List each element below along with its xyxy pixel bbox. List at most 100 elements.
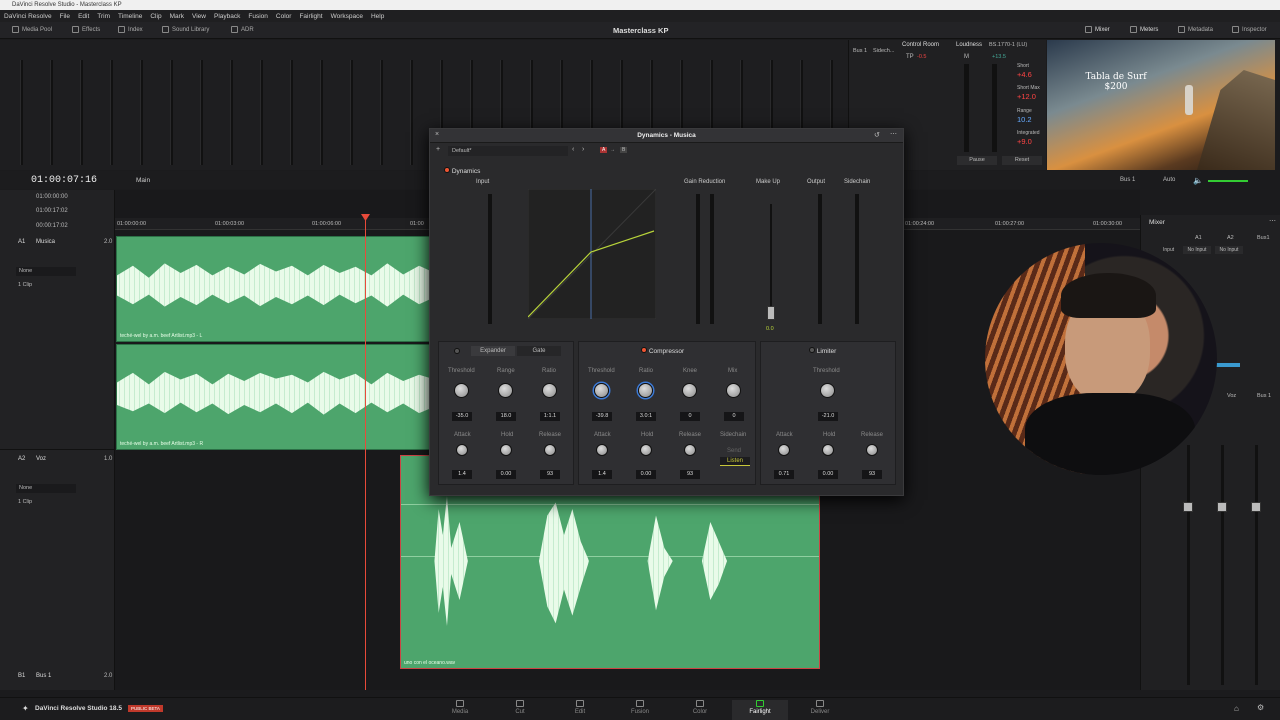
reset-icon[interactable]: ↺ [874, 131, 880, 139]
expander-threshold-value[interactable]: -35.0 [452, 412, 472, 421]
page-color[interactable]: Color [675, 700, 725, 715]
meters-button[interactable]: Meters [1130, 26, 1158, 33]
compressor-mix-value[interactable]: 0 [724, 412, 744, 421]
expander-ratio-value[interactable]: 1:1.1 [540, 412, 560, 421]
menu-file[interactable]: File [60, 13, 70, 20]
expander-range-value[interactable]: 18.0 [496, 412, 516, 421]
compressor-release-value[interactable]: 93 [680, 470, 700, 479]
automation-mode[interactable]: Auto [1163, 177, 1175, 183]
expander-tab[interactable]: Expander [471, 346, 515, 356]
compressor-release-knob[interactable] [684, 444, 696, 456]
fader-handle-a1[interactable] [1183, 502, 1193, 512]
make-up-fader[interactable] [767, 306, 775, 320]
compressor-attack-knob[interactable] [596, 444, 608, 456]
prev-preset-icon[interactable]: ‹ [572, 146, 574, 153]
copy-ab-icon[interactable]: → [610, 147, 615, 153]
compressor-toggle[interactable]: Compressor [641, 347, 684, 355]
track-fx-a1[interactable]: None [16, 267, 76, 276]
metadata-button[interactable]: Metadata [1178, 26, 1213, 33]
limiter-hold-value[interactable]: 0.00 [818, 470, 838, 479]
menu-timeline[interactable]: Timeline [118, 13, 142, 20]
limiter-attack-knob[interactable] [778, 444, 790, 456]
a2-input-select[interactable]: No Input [1215, 246, 1243, 254]
limiter-threshold-value[interactable]: -21.0 [818, 412, 838, 421]
menu-fairlight[interactable]: Fairlight [299, 13, 322, 20]
expander-power-icon[interactable] [454, 348, 460, 354]
compressor-threshold-knob[interactable] [594, 383, 609, 398]
playhead[interactable] [365, 215, 366, 690]
menu-help[interactable]: Help [371, 13, 384, 20]
compressor-knee-value[interactable]: 0 [680, 412, 700, 421]
expander-hold-knob[interactable] [500, 444, 512, 456]
effects-button[interactable]: Effects [72, 26, 100, 33]
compressor-ratio-knob[interactable] [638, 383, 653, 398]
menu-workspace[interactable]: Workspace [331, 13, 363, 20]
compressor-threshold-value[interactable]: -39.8 [592, 412, 612, 421]
menu-view[interactable]: View [192, 13, 206, 20]
compressor-knee-knob[interactable] [682, 383, 697, 398]
fader-handle-bus1[interactable] [1251, 502, 1261, 512]
menu-mark[interactable]: Mark [170, 13, 184, 20]
inspector-button[interactable]: Inspector [1232, 26, 1267, 33]
expander-ratio-knob[interactable] [542, 383, 557, 398]
home-icon[interactable]: ⌂ [1234, 704, 1239, 713]
track-fx-a2[interactable]: None [16, 484, 76, 493]
more-icon[interactable]: ⋯ [1269, 217, 1276, 225]
compressor-ratio-value[interactable]: 3.0:1 [636, 412, 656, 421]
page-deliver[interactable]: Deliver [795, 700, 845, 715]
limiter-release-value[interactable]: 93 [862, 470, 882, 479]
add-preset-icon[interactable]: + [436, 146, 440, 153]
page-fairlight[interactable]: Fairlight [732, 700, 788, 720]
track-header-a1[interactable]: A1 Musica 2.0 None 1 Clip [0, 235, 115, 450]
sidechain-listen-button[interactable]: Listen [720, 457, 750, 466]
sound-library-button[interactable]: Sound Library [162, 26, 209, 33]
audio-clip-music-l[interactable]: teché-wel by a.m. beef Artlist.mp3 - L [116, 236, 436, 342]
limiter-release-knob[interactable] [866, 444, 878, 456]
pause-button[interactable]: Pause [957, 156, 997, 165]
page-media[interactable]: Media [435, 700, 485, 715]
limiter-hold-knob[interactable] [822, 444, 834, 456]
timeline-selector[interactable]: Main [136, 177, 150, 184]
compressor-hold-value[interactable]: 0.00 [636, 470, 656, 479]
expander-attack-knob[interactable] [456, 444, 468, 456]
index-button[interactable]: Index [118, 26, 143, 33]
expander-hold-value[interactable]: 0.00 [496, 470, 516, 479]
dynamics-toggle[interactable]: Dynamics [444, 167, 480, 175]
limiter-threshold-knob[interactable] [820, 383, 835, 398]
track-header-b1[interactable]: B1 Bus 1 2.0 [0, 670, 115, 684]
expander-threshold-knob[interactable] [454, 383, 469, 398]
reset-button[interactable]: Reset [1002, 156, 1042, 165]
menu-fusion[interactable]: Fusion [248, 13, 268, 20]
b-button[interactable]: B [620, 147, 628, 153]
transfer-curve-graph[interactable] [528, 189, 656, 319]
audio-clip-music-r[interactable]: teché-wel by a.m. beef Artlist.mp3 - R [116, 344, 436, 450]
fader-handle-a2[interactable] [1217, 502, 1227, 512]
expander-range-knob[interactable] [498, 383, 513, 398]
limiter-toggle[interactable]: Limiter [809, 347, 836, 355]
limiter-attack-value[interactable]: 0.71 [774, 470, 794, 479]
bus-output-selector[interactable]: Bus 1 [1120, 177, 1135, 183]
expander-release-knob[interactable] [544, 444, 556, 456]
gate-tab[interactable]: Gate [517, 346, 561, 356]
next-preset-icon[interactable]: › [582, 146, 584, 153]
volume-slider[interactable] [1208, 180, 1248, 182]
compressor-hold-knob[interactable] [640, 444, 652, 456]
menu-clip[interactable]: Clip [150, 13, 161, 20]
menu-playback[interactable]: Playback [214, 13, 240, 20]
compressor-mix-knob[interactable] [726, 383, 741, 398]
menu-trim[interactable]: Trim [97, 13, 110, 20]
page-cut[interactable]: Cut [495, 700, 545, 715]
menu-davinci[interactable]: DaVinci Resolve [4, 13, 52, 20]
preset-dropdown[interactable]: Default* [448, 146, 568, 156]
gear-icon[interactable]: ⚙ [1257, 703, 1264, 712]
page-fusion[interactable]: Fusion [615, 700, 665, 715]
menu-color[interactable]: Color [276, 13, 292, 20]
more-icon[interactable]: ⋯ [890, 130, 897, 138]
track-header-a2[interactable]: A2 Voz 1.0 None 1 Clip [0, 452, 115, 662]
adr-button[interactable]: ADR [231, 26, 254, 33]
expander-attack-value[interactable]: 1.4 [452, 470, 472, 479]
page-edit[interactable]: Edit [555, 700, 605, 715]
a1-input-select[interactable]: No Input [1183, 246, 1211, 254]
menu-edit[interactable]: Edit [78, 13, 89, 20]
a-button[interactable]: A [600, 147, 608, 153]
